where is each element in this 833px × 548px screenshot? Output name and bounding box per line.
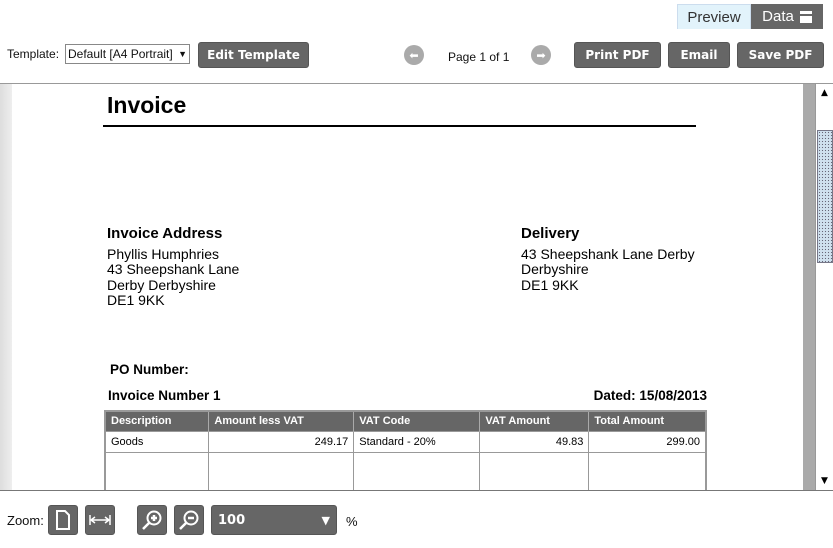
zoom-value: 100: [218, 512, 246, 528]
template-select[interactable]: Default [A4 Portrait] ▼: [65, 44, 190, 64]
arrow-right-icon: ➡: [536, 48, 546, 62]
preview-area: Invoice Invoice Address Phyllis Humphrie…: [0, 83, 833, 491]
title-divider: [103, 125, 696, 127]
save-pdf-button[interactable]: Save PDF: [737, 42, 824, 68]
column-header: Total Amount: [588, 411, 706, 431]
scrollbar-thumb[interactable]: [817, 130, 833, 263]
print-pdf-button[interactable]: Print PDF: [574, 42, 661, 68]
column-header: VAT Amount: [479, 411, 589, 431]
cell: Standard - 20%: [353, 430, 481, 453]
fit-width-icon: [89, 515, 111, 525]
scroll-down-button[interactable]: ▼: [817, 473, 832, 489]
address-line: Phyllis Humphries: [107, 245, 220, 262]
next-page-button[interactable]: ➡: [531, 45, 551, 65]
cell: 49.83: [479, 430, 590, 453]
zoom-in-button[interactable]: [137, 505, 167, 535]
template-label: Template:: [7, 47, 60, 61]
invoice-date: Dated: 15/08/2013: [593, 388, 707, 403]
tab-preview[interactable]: Preview: [677, 4, 751, 29]
page-margin-right: [803, 84, 815, 490]
column-header: VAT Code: [353, 411, 480, 431]
table-row: Goods 249.17 Standard - 20% 49.83 299.00: [104, 430, 707, 453]
zoom-select[interactable]: 100 ▼: [211, 505, 337, 535]
fit-page-button[interactable]: [48, 505, 78, 535]
address-line: DE1 9KK: [107, 292, 165, 308]
address-line: 43 Sheepshank Lane Derby: [521, 245, 695, 262]
chevron-down-icon: ▼: [178, 49, 187, 59]
invoice-address: Invoice Address Phyllis Humphries 43 She…: [107, 226, 239, 309]
template-value: Default [A4 Portrait]: [68, 47, 173, 61]
table-header: Description Amount less VAT VAT Code VAT…: [104, 411, 706, 431]
prev-page-button[interactable]: ⬅: [404, 45, 424, 65]
zoom-unit: %: [346, 514, 358, 529]
zoom-label: Zoom:: [7, 513, 44, 528]
cell: 299.00: [588, 430, 707, 453]
fit-width-button[interactable]: [85, 505, 115, 535]
address-line: DE1 9KK: [521, 276, 579, 293]
tab-data[interactable]: Data: [751, 4, 823, 29]
po-number: PO Number:: [110, 362, 189, 377]
address-line: 43 Sheepshank Lane: [107, 261, 240, 277]
delivery-address: Delivery 43 Sheepshank Lane Derby Derbys…: [521, 226, 695, 293]
scroll-up-button[interactable]: ▲: [817, 85, 832, 101]
table-row-empty: [104, 451, 707, 490]
zoom-out-button[interactable]: [174, 505, 204, 535]
table-icon: [799, 10, 812, 23]
tab-label: Data: [762, 8, 794, 25]
page-info: Page 1 of 1: [448, 50, 510, 64]
invoice-title: Invoice: [107, 92, 187, 118]
column-header: Amount less VAT: [208, 411, 354, 431]
column-header: Description: [104, 411, 209, 431]
delivery-heading: Delivery: [521, 225, 580, 242]
page-margin-left: [0, 84, 12, 490]
line-items-table: Description Amount less VAT VAT Code VAT…: [104, 410, 707, 490]
invoice-number: Invoice Number 1: [108, 388, 221, 403]
address-line: Derby Derbyshire: [107, 276, 216, 293]
arrow-left-icon: ⬅: [409, 48, 419, 62]
vertical-scrollbar[interactable]: ▲ ▼: [815, 84, 833, 490]
edit-template-button[interactable]: Edit Template: [198, 42, 309, 68]
zoom-in-icon: [142, 510, 162, 530]
tab-label: Preview: [687, 8, 741, 26]
email-button[interactable]: Email: [668, 42, 730, 68]
cell: 249.17: [208, 430, 355, 453]
zoom-out-icon: [179, 510, 199, 530]
page-icon: [56, 510, 70, 530]
chevron-down-icon: ▼: [321, 513, 330, 527]
invoice-address-heading: Invoice Address: [107, 225, 223, 242]
address-line: Derbyshire: [521, 261, 589, 277]
cell: Goods: [104, 430, 210, 453]
